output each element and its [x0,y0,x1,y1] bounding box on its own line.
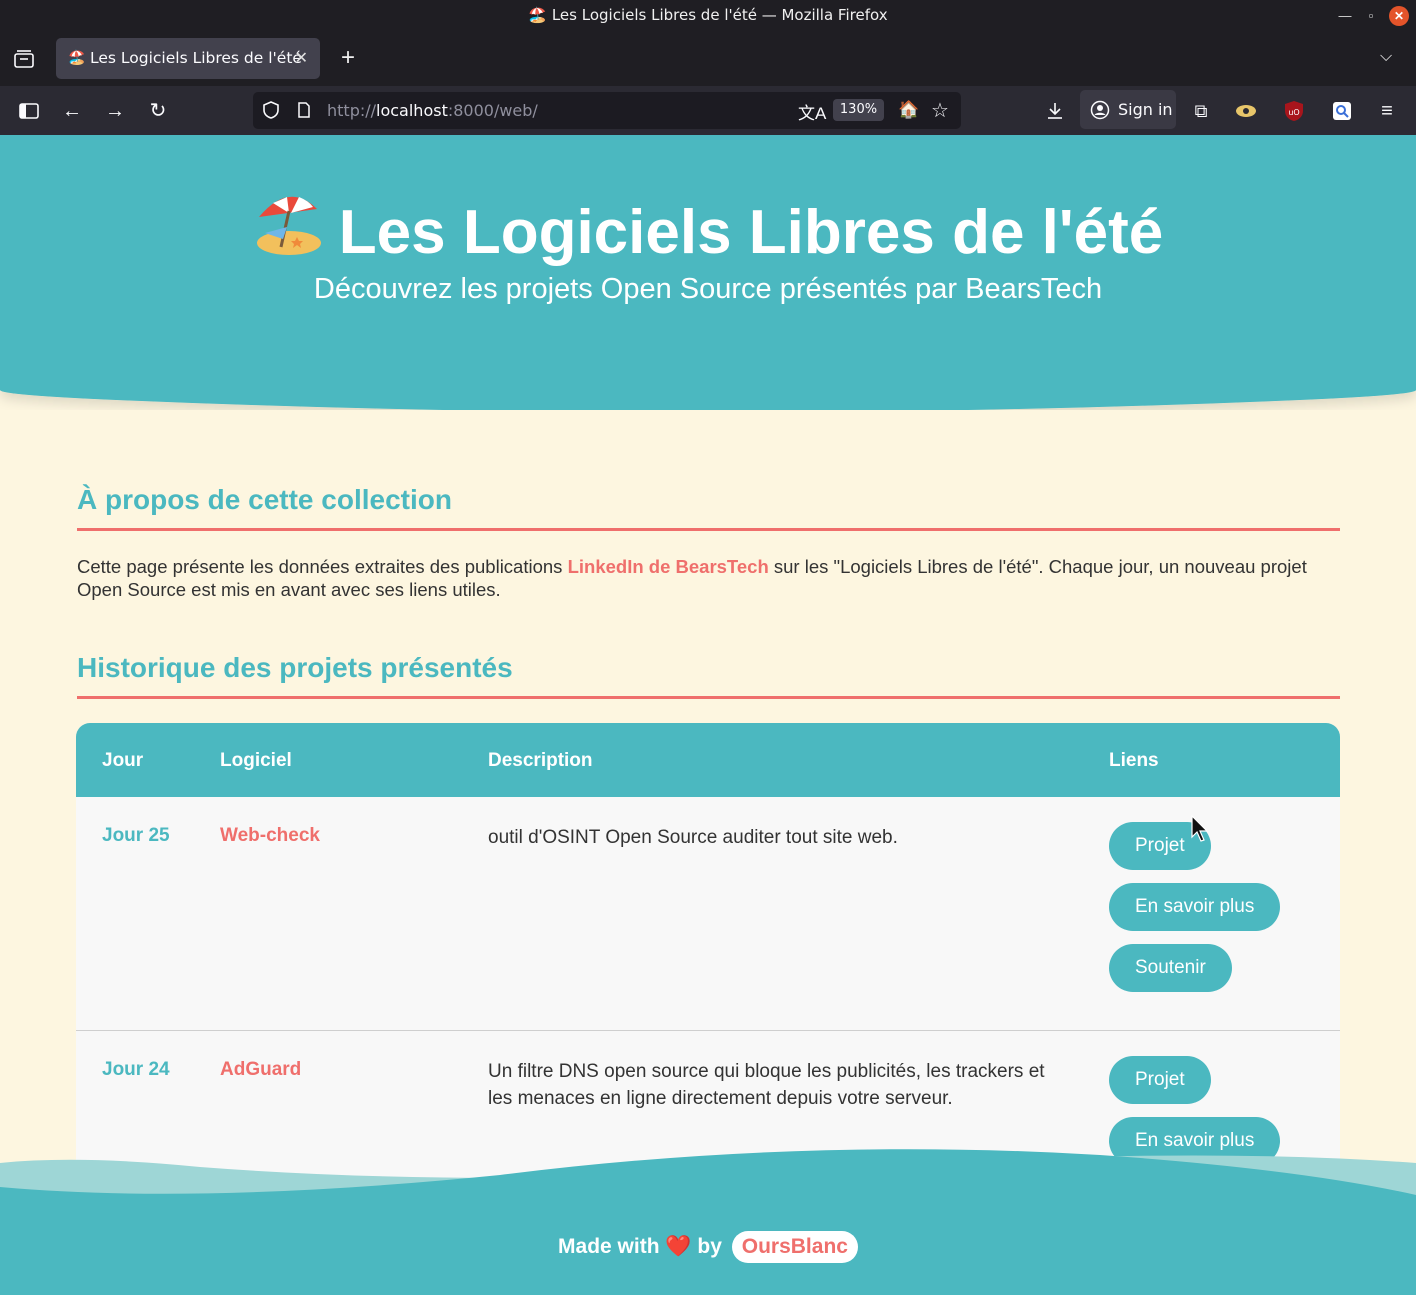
about-heading: À propos de cette collection [77,484,1340,531]
sidebar-toggle-button[interactable] [14,96,44,126]
list-all-tabs-icon[interactable]: ⌵ [1380,48,1392,66]
table-header: Jour Logiciel Description Liens [76,723,1340,797]
about-text-before: Cette page présente les données extraite… [77,556,568,577]
beach-favicon-icon: 🏖️ [68,49,86,65]
sign-in-button[interactable]: Sign in [1080,90,1176,129]
download-icon [1048,103,1062,119]
maximize-button[interactable]: ▫ [1361,6,1381,26]
search-extension-button[interactable] [1327,96,1357,126]
url-bar[interactable]: http://localhost:8000/web/ 文A 130% 🏠 ☆ [253,92,961,129]
tab-active[interactable]: 🏖️ Les Logiciels Libres de l'été ✕ [56,38,320,79]
translate-icon[interactable]: 文A [798,99,826,124]
page-title-text: Les Logiciels Libres de l'été [338,198,1164,267]
extensions-button[interactable]: ⧉ [1186,96,1216,126]
support-button[interactable]: Soutenir [1109,944,1232,992]
footer-made-with: Made with [558,1235,660,1258]
forward-arrow-icon: → [105,100,125,122]
table-row: Jour 25 Web-check outil d'OSINT Open Sou… [76,797,1340,1030]
search-extension-icon [1333,102,1351,120]
close-window-button[interactable]: ✕ [1389,6,1409,26]
description-cell: outil d'OSINT Open Source auditer tout s… [488,827,898,848]
footer-by: by [697,1235,722,1258]
firefox-view-button[interactable] [10,46,38,74]
reload-icon: ↻ [149,100,167,122]
ublock-origin-icon: uO [1285,101,1303,121]
bookmark-star-icon[interactable]: ☆ [931,98,949,123]
footer-wave-background [0,1149,1416,1295]
software-link[interactable]: Web-check [220,825,320,847]
linkedin-link[interactable]: LinkedIn de BearsTech [568,556,769,577]
heart-icon: ❤️ [665,1235,692,1258]
forward-button[interactable]: → [100,96,130,126]
column-header-description: Description [488,750,593,771]
ublock-button[interactable]: uO [1279,96,1309,126]
url-rest: :8000/web/ [447,101,538,120]
beach-umbrella-icon [253,187,325,274]
url-host: localhost [376,101,448,120]
new-tab-button[interactable]: + [334,44,362,72]
description-cell: Un filtre DNS open source qui bloque les… [488,1061,1045,1109]
downloads-button[interactable] [1040,96,1070,126]
app-menu-button[interactable]: ≡ [1372,96,1402,126]
page-viewport: Les Logiciels Libres de l'été Découvrez … [0,135,1416,1295]
column-header-links: Liens [1109,750,1159,771]
extension-eye-button[interactable] [1231,96,1261,126]
about-paragraph: Cette page présente les données extraite… [77,555,1342,601]
tab-strip: 🏖️ Les Logiciels Libres de l'été ✕ + ⌵ [0,32,1416,86]
minimize-button[interactable]: — [1335,6,1355,26]
page-info-icon[interactable] [295,101,313,124]
reload-button[interactable]: ↻ [143,96,173,126]
back-arrow-icon: ← [62,100,82,122]
tab-label: Les Logiciels Libres de l'été [90,49,302,67]
mouse-cursor-icon [1191,815,1209,842]
page-subtitle: Découvrez les projets Open Source présen… [313,273,1103,305]
back-button[interactable]: ← [57,96,87,126]
window-title: 🏖️ Les Logiciels Libres de l'été — Mozil… [528,6,888,24]
author-link[interactable]: OursBlanc [731,1231,858,1263]
navigation-toolbar: ← → ↻ http://localhost:8000/web/ 文A 130%… [0,86,1416,135]
footer-credit: Made with ❤️ by OursBlanc [0,1231,1416,1263]
shield-icon[interactable] [261,100,281,125]
sign-in-label: Sign in [1118,100,1173,119]
sidebar-icon [19,103,39,119]
zoom-level-badge[interactable]: 130% [833,99,884,121]
learn-more-button[interactable]: En savoir plus [1109,883,1281,931]
project-button[interactable]: Projet [1109,1056,1211,1104]
tab-close-icon[interactable]: ✕ [295,48,308,68]
software-link[interactable]: AdGuard [220,1059,301,1081]
home-icon[interactable]: 🏠 [898,100,919,120]
page-title: Les Logiciels Libres de l'été [0,187,1416,274]
column-header-day: Jour [102,750,144,771]
eye-extension-icon [1236,105,1256,117]
column-header-software: Logiciel [220,750,292,771]
url-prefix: http:// [327,101,377,120]
history-heading: Historique des projets présentés [77,652,1340,699]
puzzle-icon: ⧉ [1194,101,1208,121]
svg-text:uO: uO [1288,108,1299,117]
day-cell: Jour 25 [102,825,170,846]
window-titlebar: 🏖️ Les Logiciels Libres de l'été — Mozil… [0,0,1416,32]
url-text[interactable]: http://localhost:8000/web/ [327,101,538,120]
day-cell: Jour 24 [102,1059,170,1080]
account-icon [1090,100,1110,124]
window-title-text: Les Logiciels Libres de l'été — Mozilla … [551,6,888,24]
hamburger-menu-icon: ≡ [1381,100,1393,122]
firefox-view-icon [14,50,34,68]
